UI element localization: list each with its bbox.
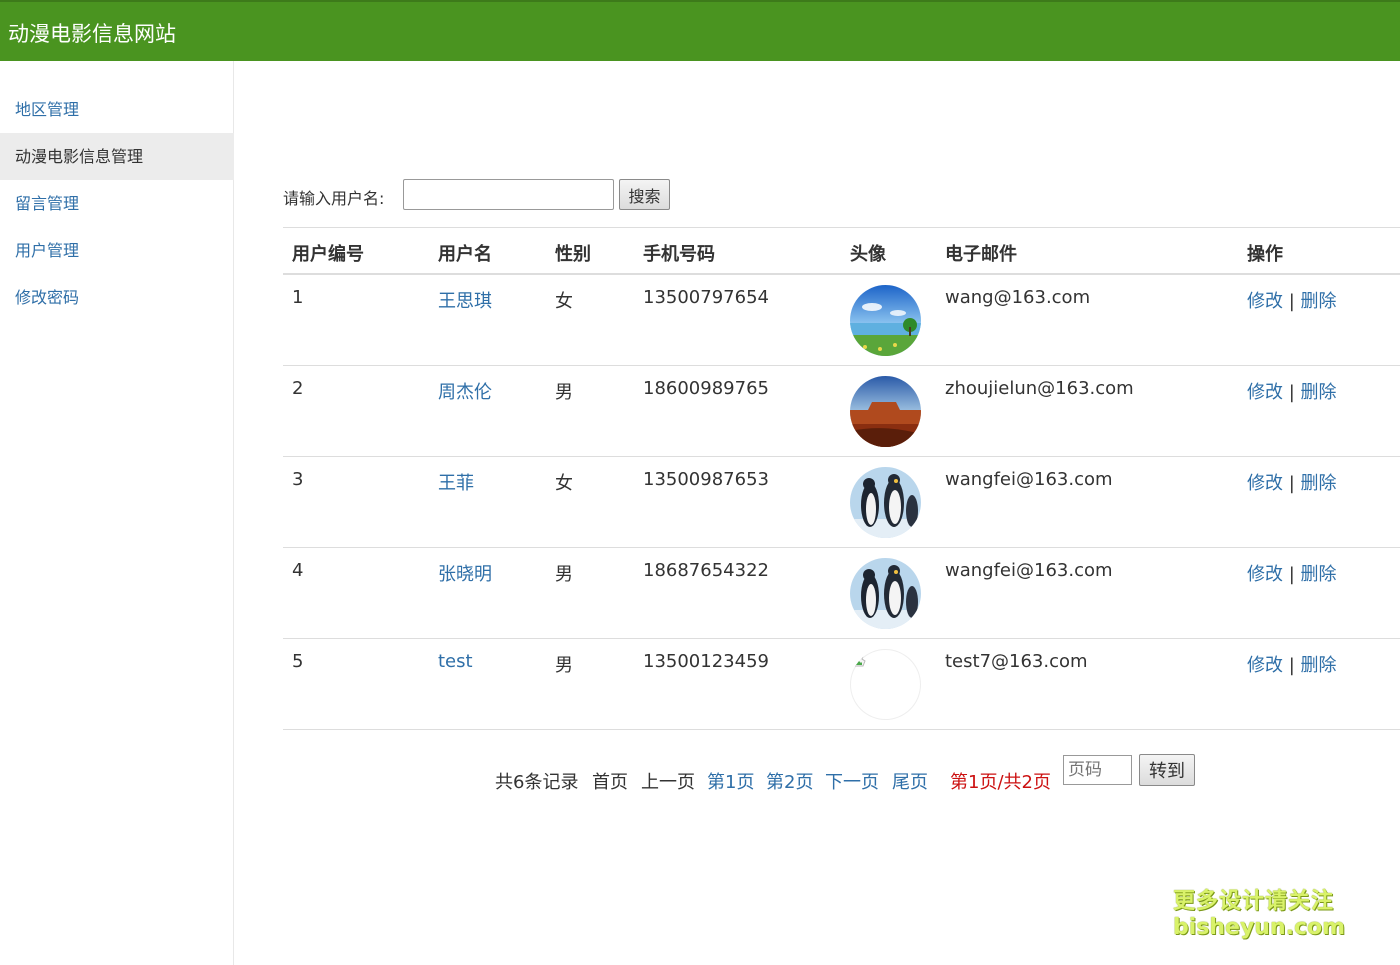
- cell-username-link[interactable]: 张晓明: [438, 560, 492, 586]
- watermark-line-1: 更多设计请关注: [1173, 889, 1335, 914]
- table-row: 3 王菲 女 13500987653 wangfei@163.com 修改 | …: [283, 457, 1400, 548]
- cell-gender: 女: [555, 473, 573, 494]
- avatar-desert: [850, 376, 921, 447]
- column-header-gender: 性别: [555, 244, 591, 265]
- edit-link[interactable]: 修改: [1247, 564, 1283, 585]
- action-separator: |: [1288, 564, 1295, 585]
- cell-username-link[interactable]: test: [438, 651, 473, 672]
- delete-link[interactable]: 删除: [1301, 564, 1337, 585]
- table-row: 5 test 男 13500123459 test7@163.com 修改 | …: [283, 639, 1400, 730]
- cell-actions: 修改 | 删除: [1247, 651, 1337, 677]
- edit-link[interactable]: 修改: [1247, 473, 1283, 494]
- cell-username-link[interactable]: 周杰伦: [438, 378, 492, 404]
- watermark-line-2: bisheyun.com: [1173, 915, 1346, 940]
- cell-gender: 女: [555, 291, 573, 312]
- table-header-row: 用户编号 用户名 性别 手机号码 头像 电子邮件 操作: [283, 227, 1400, 275]
- sidebar-item-anime-movie-management[interactable]: 动漫电影信息管理: [0, 133, 234, 180]
- action-separator: |: [1288, 655, 1295, 676]
- current-page-indicator: 第1页/共2页: [950, 772, 1051, 793]
- page-2-link[interactable]: 第2页: [766, 768, 813, 794]
- action-separator: |: [1288, 291, 1295, 312]
- cell-email: wang@163.com: [945, 287, 1091, 308]
- edit-link[interactable]: 修改: [1247, 291, 1283, 312]
- edit-link[interactable]: 修改: [1247, 655, 1283, 676]
- cell-actions: 修改 | 删除: [1247, 378, 1337, 404]
- cell-user-id: 2: [292, 378, 304, 399]
- table-row: 2 周杰伦 男 18600989765 zhoujielun@163.com 修…: [283, 366, 1400, 457]
- cell-phone: 18600989765: [643, 378, 769, 399]
- last-page-link[interactable]: 尾页: [892, 768, 928, 794]
- cell-gender: 男: [555, 564, 573, 585]
- search-button[interactable]: 搜索: [619, 179, 670, 210]
- column-header-actions: 操作: [1247, 244, 1283, 265]
- cell-gender: 男: [555, 382, 573, 403]
- page-number-input[interactable]: [1063, 755, 1132, 785]
- sidebar-item-message-management[interactable]: 留言管理: [0, 180, 234, 227]
- cell-user-id: 3: [292, 469, 304, 490]
- delete-link[interactable]: 删除: [1301, 655, 1337, 676]
- delete-link[interactable]: 删除: [1301, 291, 1337, 312]
- cell-actions: 修改 | 删除: [1247, 287, 1337, 313]
- first-page-link[interactable]: 首页: [592, 768, 628, 794]
- action-separator: |: [1288, 473, 1295, 494]
- cell-actions: 修改 | 删除: [1247, 469, 1337, 495]
- username-search-input[interactable]: [403, 179, 614, 210]
- sidebar: 地区管理 动漫电影信息管理 留言管理 用户管理 修改密码: [0, 61, 234, 965]
- column-header-avatar: 头像: [850, 244, 886, 265]
- cell-gender: 男: [555, 655, 573, 676]
- cell-user-id: 1: [292, 287, 304, 308]
- broken-image-icon: [854, 653, 866, 667]
- sidebar-item-user-management[interactable]: 用户管理: [0, 227, 234, 274]
- avatar-broken: [850, 649, 921, 720]
- next-page-link[interactable]: 下一页: [825, 768, 879, 794]
- cell-user-id: 4: [292, 560, 304, 581]
- avatar-landscape: [850, 285, 921, 356]
- table-row: 1 王思琪 女 13500797654 wang@163.com 修改 | 删除: [283, 275, 1400, 366]
- cell-email: wangfei@163.com: [945, 469, 1113, 490]
- sidebar-item-change-password[interactable]: 修改密码: [0, 274, 234, 321]
- top-header-bar: 动漫电影信息网站: [0, 0, 1400, 61]
- edit-link[interactable]: 修改: [1247, 382, 1283, 403]
- total-records: 共6条记录: [495, 772, 579, 793]
- watermark: 更多设计请关注 bisheyun.com: [1173, 889, 1345, 941]
- cell-email: wangfei@163.com: [945, 560, 1113, 581]
- prev-page-link[interactable]: 上一页: [641, 768, 695, 794]
- column-header-user-id: 用户编号: [292, 244, 364, 265]
- cell-email: zhoujielun@163.com: [945, 378, 1134, 399]
- action-separator: |: [1288, 382, 1295, 403]
- column-header-username: 用户名: [438, 244, 492, 265]
- cell-phone: 13500987653: [643, 469, 769, 490]
- go-to-page-button[interactable]: 转到: [1139, 754, 1195, 786]
- cell-username-link[interactable]: 王思琪: [438, 287, 492, 313]
- site-title: 动漫电影信息网站: [8, 22, 176, 46]
- cell-phone: 13500123459: [643, 651, 769, 672]
- avatar-penguins: [850, 467, 921, 538]
- cell-username-link[interactable]: 王菲: [438, 469, 474, 495]
- column-header-email: 电子邮件: [945, 244, 1017, 265]
- cell-email: test7@163.com: [945, 651, 1088, 672]
- cell-phone: 13500797654: [643, 287, 769, 308]
- sidebar-item-region-management[interactable]: 地区管理: [0, 86, 234, 133]
- cell-user-id: 5: [292, 651, 304, 672]
- table-row: 4 张晓明 男 18687654322 wangfei@163.com 修改 |…: [283, 548, 1400, 639]
- user-table: 用户编号 用户名 性别 手机号码 头像 电子邮件 操作 1 王思琪 女 1350…: [283, 227, 1400, 730]
- page-1-link[interactable]: 第1页: [707, 768, 754, 794]
- cell-phone: 18687654322: [643, 560, 769, 581]
- delete-link[interactable]: 删除: [1301, 382, 1337, 403]
- cell-actions: 修改 | 删除: [1247, 560, 1337, 586]
- column-header-phone: 手机号码: [643, 244, 715, 265]
- search-label: 请输入用户名:: [283, 189, 385, 208]
- avatar-penguins: [850, 558, 921, 629]
- delete-link[interactable]: 删除: [1301, 473, 1337, 494]
